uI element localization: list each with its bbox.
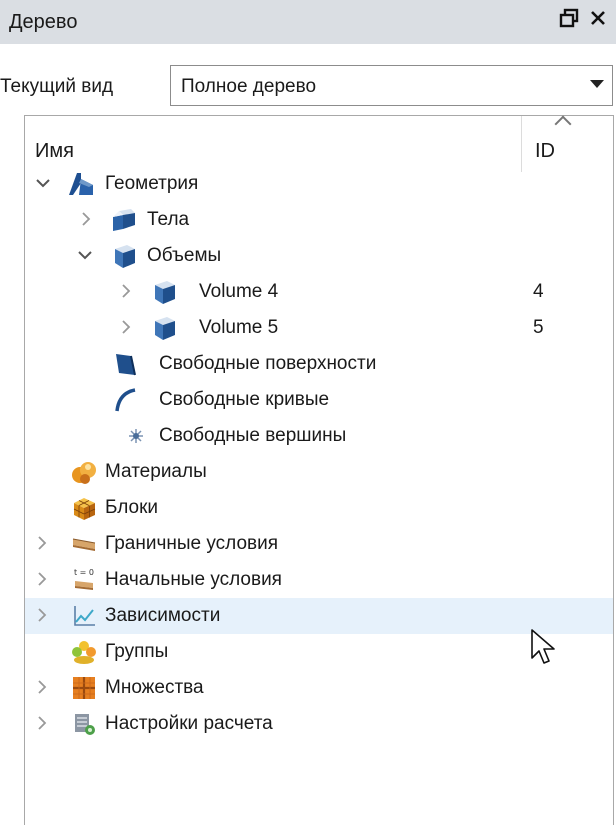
column-divider[interactable] [521, 116, 522, 172]
dependencies-chart-icon [71, 603, 97, 629]
chevron-right-icon[interactable] [35, 714, 49, 732]
surface-icon [113, 351, 139, 377]
tree-row-initial-conditions[interactable]: t = 0 Начальные условия [25, 562, 613, 598]
tree-row-label: Группы [105, 641, 169, 662]
chevron-down-icon [590, 80, 604, 88]
chevron-right-icon[interactable] [119, 318, 133, 336]
float-window-icon[interactable] [557, 8, 581, 34]
tree-row-label: Свободные кривые [159, 389, 330, 410]
tree-row-id: 4 [533, 281, 544, 302]
tree-view[interactable]: Имя ID Геометрия Тела Объемы Volume 4 4 … [24, 115, 614, 825]
tree-row-geometry[interactable]: Геометрия [25, 166, 613, 202]
tree-row-label: Множества [105, 677, 204, 698]
chevron-down-icon[interactable] [77, 246, 92, 264]
geometry-icon [69, 171, 95, 197]
tree-row-free-surfaces[interactable]: Свободные поверхности [25, 346, 613, 382]
tree-row-volume-5[interactable]: Volume 5 5 [25, 310, 613, 346]
close-icon[interactable] [586, 8, 610, 34]
chevron-right-icon[interactable] [35, 678, 49, 696]
current-view-label: Текущий вид [0, 76, 114, 97]
current-view-value: Полное дерево [181, 76, 317, 97]
tree-row-calculation-settings[interactable]: Настройки расчета [25, 706, 613, 742]
materials-icon [71, 459, 97, 485]
tree-row-label: Геометрия [105, 173, 199, 194]
tree-row-label: Volume 5 [199, 317, 279, 338]
chevron-right-icon[interactable] [35, 534, 49, 552]
tree-row-free-curves[interactable]: Свободные кривые [25, 382, 613, 418]
panel-titlebar: Дерево [0, 0, 616, 44]
tree-row-blocks[interactable]: Блоки [25, 490, 613, 526]
mouse-pointer-icon [531, 629, 555, 664]
sets-icon [71, 675, 97, 701]
initial-conditions-icon: t = 0 [71, 567, 97, 593]
volume-cube-icon [111, 243, 137, 269]
tree-row-sets[interactable]: Множества [25, 670, 613, 706]
blocks-icon [71, 495, 97, 521]
tree-row-label: Блоки [105, 497, 159, 518]
sort-indicator-icon [554, 115, 572, 133]
bodies-cube-icon [111, 207, 137, 233]
tree-row-label: Материалы [105, 461, 207, 482]
volume-cube-icon [151, 315, 177, 341]
tree-row-label: Граничные условия [105, 533, 279, 554]
tree-row-bodies[interactable]: Тела [25, 202, 613, 238]
vertex-icon [123, 423, 149, 449]
volume-cube-icon [151, 279, 177, 305]
tree-row-materials[interactable]: Материалы [25, 454, 613, 490]
curve-icon [113, 387, 139, 413]
calc-settings-icon [71, 711, 97, 737]
tree-row-volume-4[interactable]: Volume 4 4 [25, 274, 613, 310]
tree-row-boundary-conditions[interactable]: Граничные условия [25, 526, 613, 562]
chevron-right-icon[interactable] [79, 210, 93, 228]
chevron-right-icon[interactable] [35, 606, 49, 624]
boundary-conditions-icon [71, 531, 97, 557]
tree-row-dependencies[interactable]: Зависимости [25, 598, 613, 634]
svg-text:t = 0: t = 0 [74, 568, 94, 577]
column-header-id[interactable]: ID [535, 140, 555, 163]
current-view-select[interactable]: Полное дерево [170, 65, 613, 106]
chevron-down-icon[interactable] [35, 174, 50, 192]
tree-row-free-vertices[interactable]: Свободные вершины [25, 418, 613, 454]
tree-row-volumes[interactable]: Объемы [25, 238, 613, 274]
tree-row-label: Свободные вершины [159, 425, 347, 446]
column-header-name[interactable]: Имя [35, 140, 74, 163]
tree-row-label: Тела [147, 209, 190, 230]
tree-row-label: Настройки расчета [105, 713, 273, 734]
panel-title: Дерево [9, 11, 78, 33]
tree-row-label: Начальные условия [105, 569, 282, 590]
tree-row-label: Зависимости [105, 605, 221, 626]
tree-row-label: Объемы [147, 245, 222, 266]
groups-icon [71, 639, 97, 665]
tree-row-label: Volume 4 [199, 281, 279, 302]
tree-row-id: 5 [533, 317, 544, 338]
tree-row-label: Свободные поверхности [159, 353, 377, 374]
chevron-right-icon[interactable] [35, 570, 49, 588]
chevron-right-icon[interactable] [119, 282, 133, 300]
tree-row-groups[interactable]: Группы [25, 634, 613, 670]
